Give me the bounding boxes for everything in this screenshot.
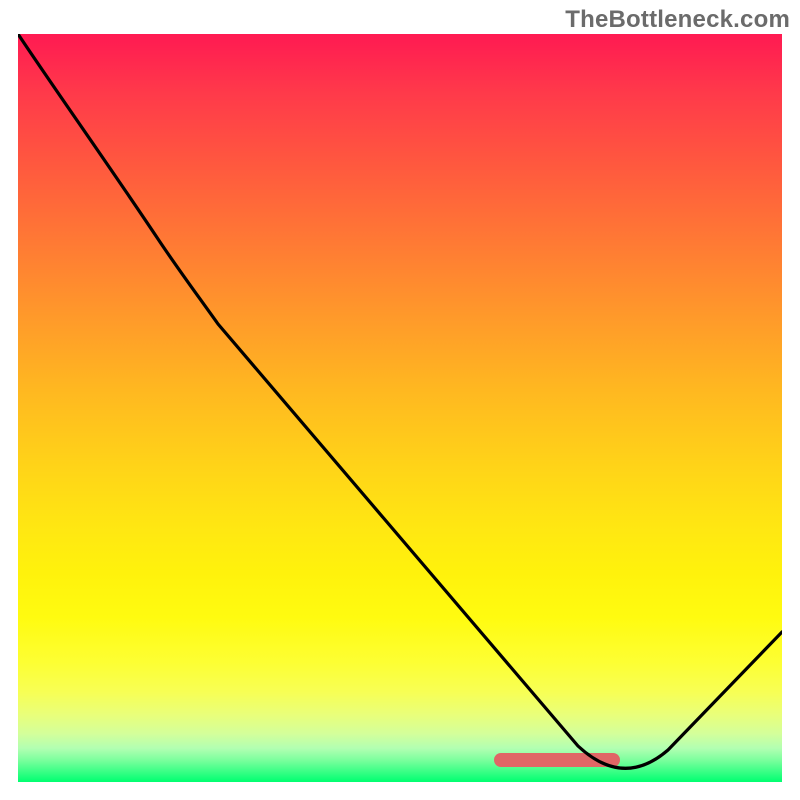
curve-path [18, 34, 782, 768]
bottleneck-curve [18, 34, 782, 782]
chart-stage: TheBottleneck.com [0, 0, 800, 800]
watermark-text: TheBottleneck.com [565, 6, 790, 34]
chart-plot-area [18, 34, 782, 782]
